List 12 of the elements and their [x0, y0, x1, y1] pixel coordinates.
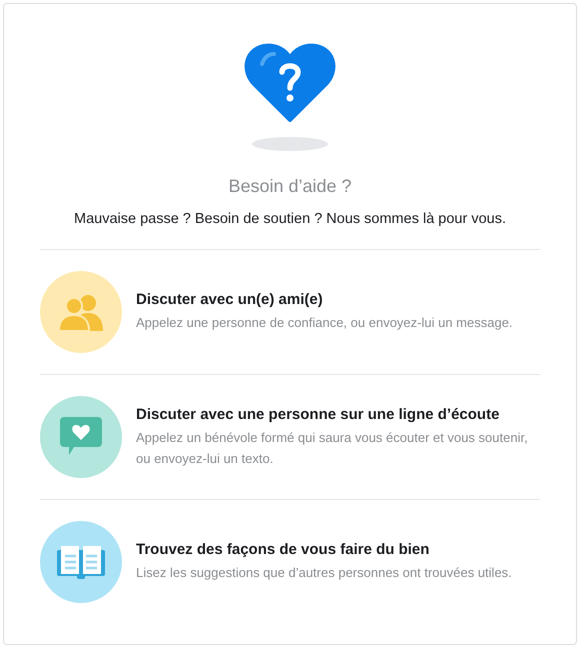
help-subtitle: Mauvaise passe ? Besoin de soutien ? Nous sommes là pour vous.: [74, 211, 506, 229]
option-description: Appelez une personne de confiance, ou envoyez-lui un message.: [136, 314, 513, 332]
option-title[interactable]: Discuter avec un(e) ami(e): [136, 291, 513, 308]
chat-heart-icon: [60, 417, 102, 457]
option-title[interactable]: Trouvez des façons de vous faire du bien: [136, 541, 512, 558]
help-title: Besoin d’aide ?: [228, 176, 352, 197]
book-icon: [57, 544, 105, 580]
option-description: Lisez les suggestions que d’autres personnes ont trouvées utiles.: [136, 564, 512, 582]
heart-question-icon: [242, 42, 338, 152]
option-description: Appelez un bénévole formé qui saura vous écouter et vous soutenir, ou envoyez-lui un texto.: [136, 428, 529, 468]
option-title[interactable]: Discuter avec une personne sur une ligne d’écoute: [136, 406, 540, 422]
people-icon: [57, 293, 105, 331]
